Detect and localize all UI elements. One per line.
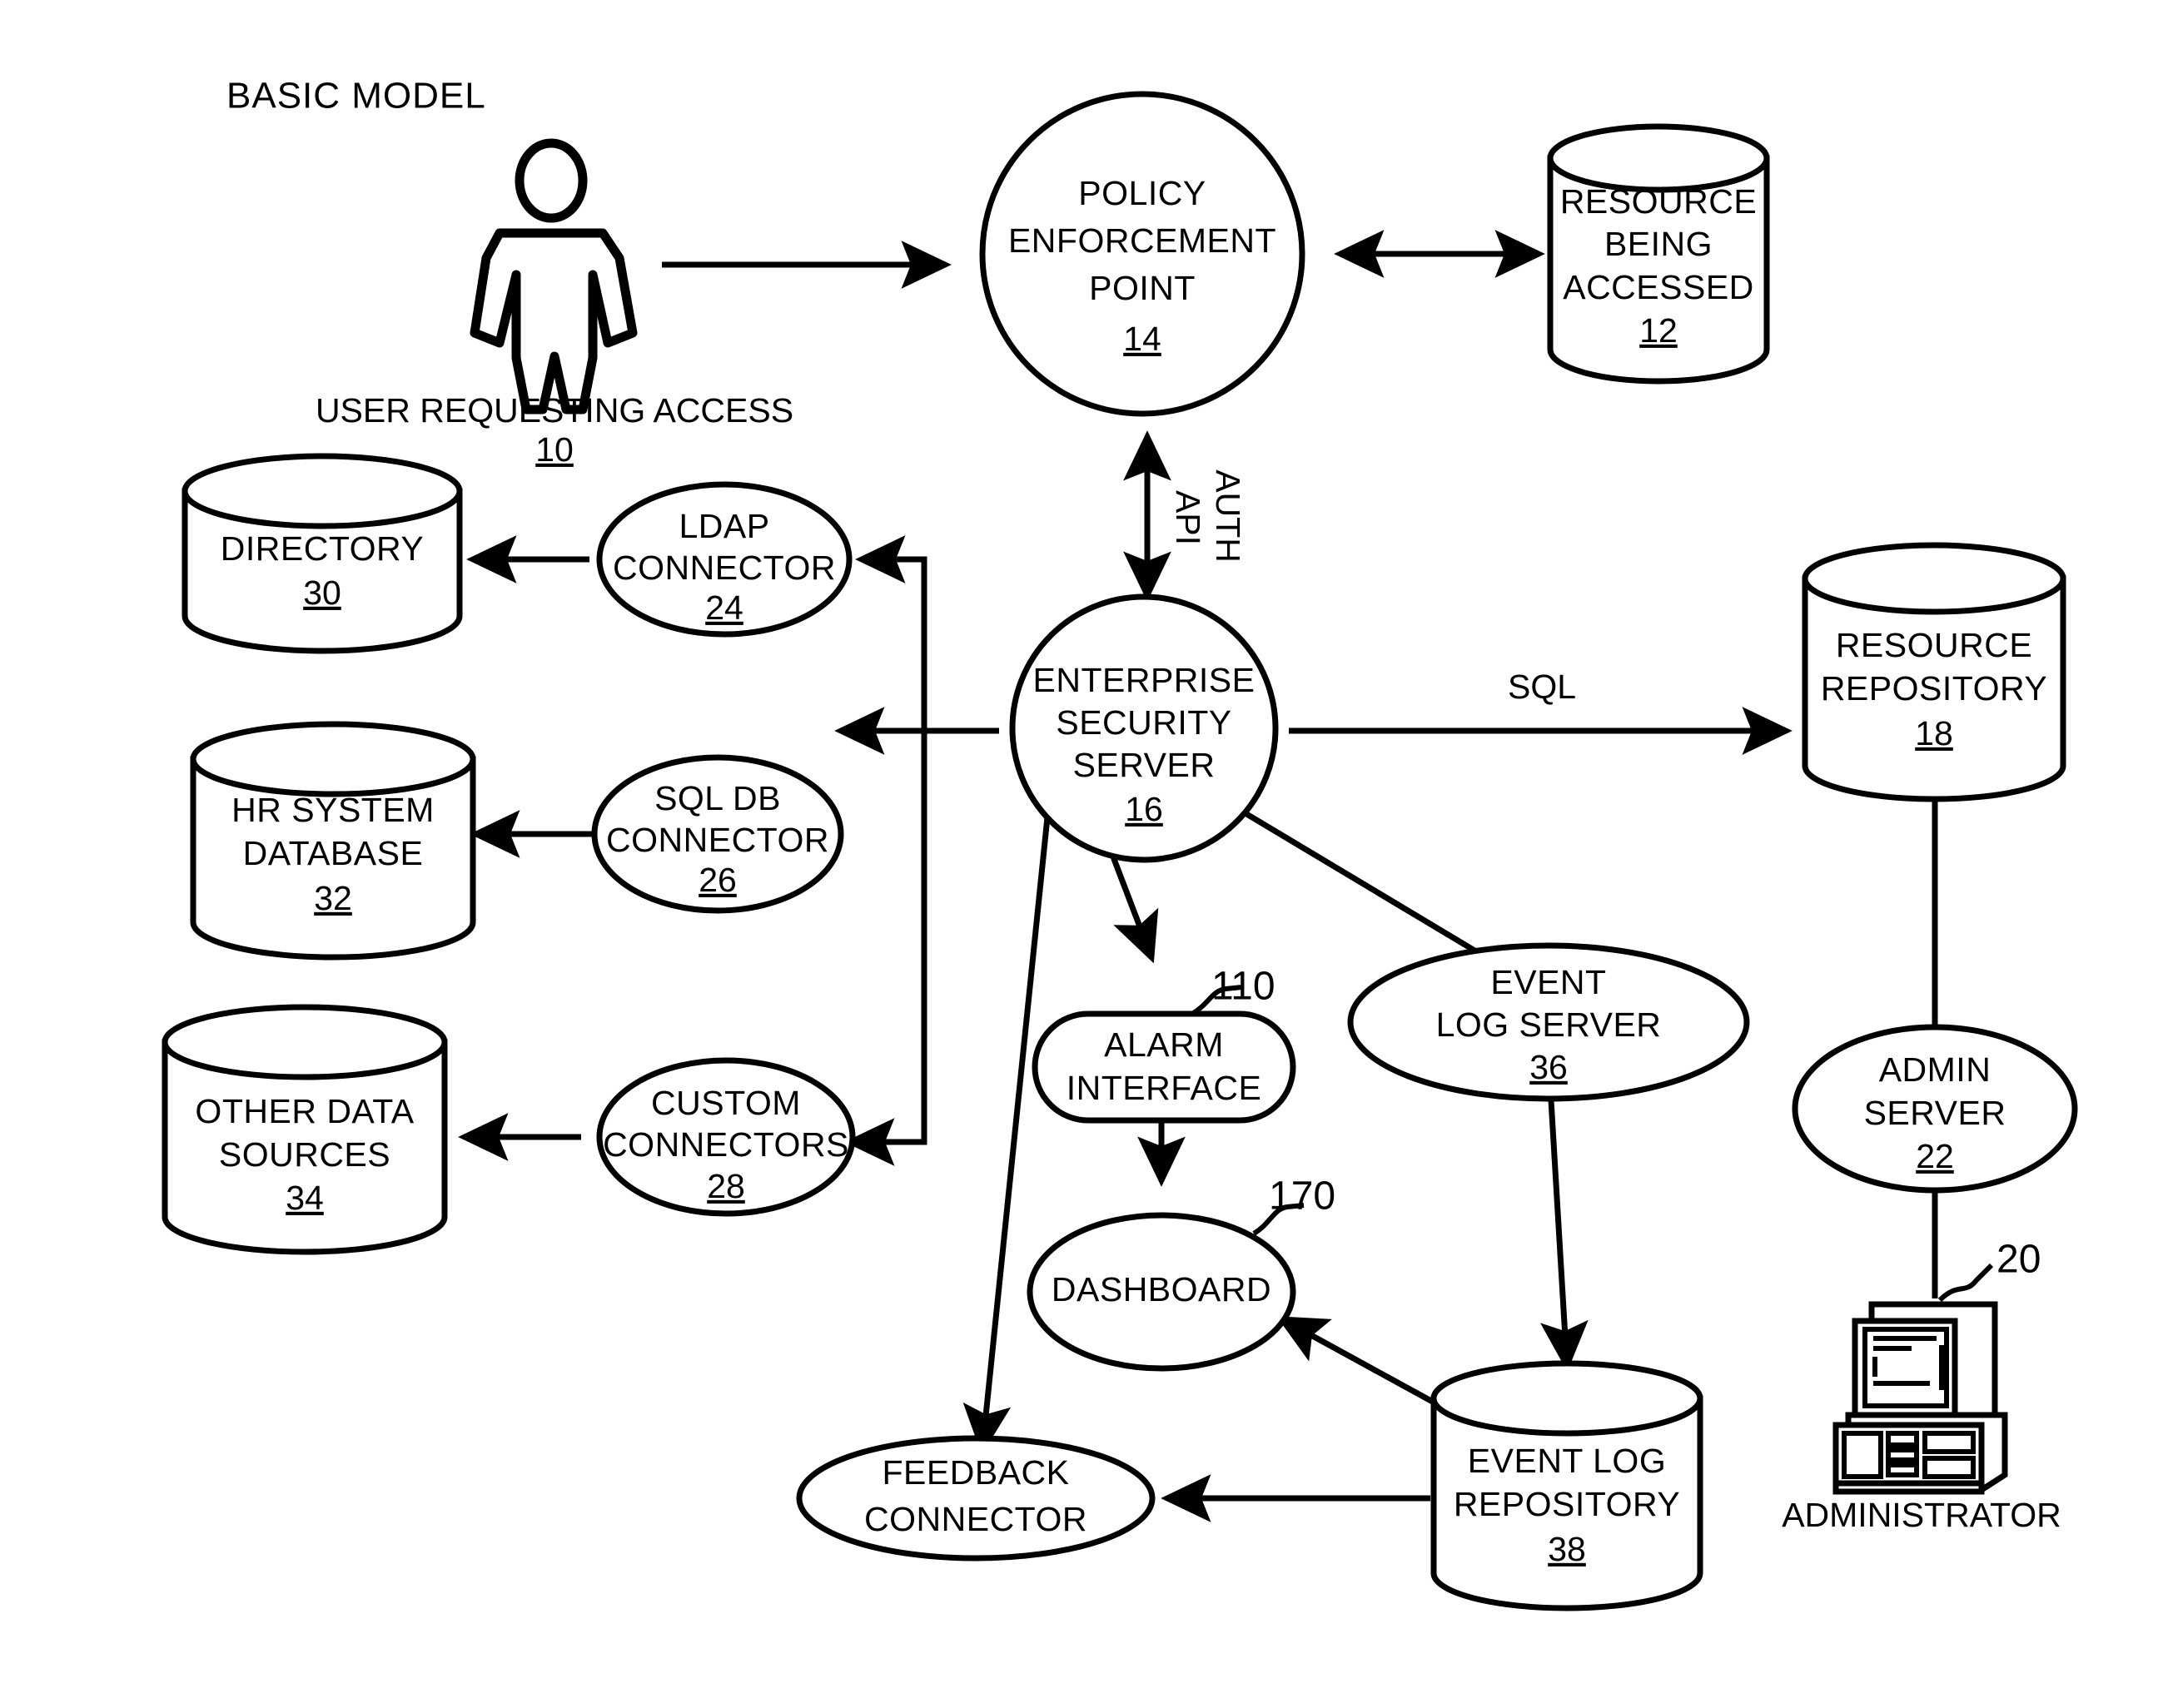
administrator-ref: 20	[1996, 1238, 2041, 1282]
user-ref: 10	[535, 430, 574, 469]
node-event-log-server[interactable]: EVENT LOG SERVER 36	[1347, 942, 1750, 1102]
ldap-connector-line2: CONNECTOR	[613, 549, 836, 587]
custom-connectors-ref: 28	[707, 1167, 745, 1205]
hr-database-line2: DATABASE	[243, 834, 424, 872]
feedback-connector-line1: FEEDBACK	[883, 1453, 1070, 1492]
other-data-line2: SOURCES	[219, 1135, 390, 1174]
resource-repository-line1: RESOURCE	[1836, 626, 2032, 664]
directory-cylinder-top	[181, 453, 463, 529]
figure-canvas: BASIC MODEL USER REQUESTING ACCESS 10 PO…	[0, 0, 2168, 1708]
custom-connectors-line1: CUSTOM	[651, 1084, 801, 1122]
node-custom-connectors[interactable]: CUSTOM CONNECTORS 28	[596, 1057, 856, 1217]
hr-database-line1: HR SYSTEM	[231, 791, 435, 829]
node-enterprise-security-server[interactable]: ENTERPRISE SECURITY SERVER 16	[1009, 593, 1279, 863]
pep-label-line3: POINT	[1089, 269, 1196, 307]
pep-ref: 14	[1123, 320, 1161, 358]
sqldb-connector-line2: CONNECTOR	[606, 821, 829, 859]
event-log-server-line1: EVENT	[1490, 963, 1606, 1001]
resource-repository-ref: 18	[1915, 714, 1953, 752]
event-log-server-line2: LOG SERVER	[1436, 1005, 1662, 1044]
user-head-icon	[515, 138, 588, 223]
resource-label-line1: RESOURCE	[1560, 182, 1757, 221]
edge-label-sql: SQL	[1508, 668, 1576, 706]
node-admin-server[interactable]: ADMIN SERVER 22	[1792, 1024, 2078, 1194]
admin-server-ref: 22	[1916, 1137, 1954, 1175]
edge-label-auth-api: AUTH API	[1169, 469, 1247, 563]
resource-label-line2: BEING	[1604, 225, 1713, 263]
node-resource-repository[interactable]: RESOURCE REPOSITORY 18	[1802, 542, 2066, 802]
edge-ess-to-feedback-connector	[962, 817, 1051, 1455]
hr-database-ref: 32	[314, 879, 352, 917]
directory-label: DIRECTORY	[221, 529, 424, 568]
administrator-leader-line	[1937, 1263, 1994, 1303]
resource-ref: 12	[1639, 311, 1678, 350]
admin-server-line1: ADMIN	[1879, 1050, 1991, 1089]
node-directory[interactable]: DIRECTORY 30	[181, 453, 463, 654]
ess-ref: 16	[1125, 790, 1163, 828]
alarm-interface-line2: INTERFACE	[1067, 1069, 1262, 1107]
ldap-connector-ref: 24	[705, 588, 743, 627]
node-sql-db-connector[interactable]: SQL DB CONNECTOR 26	[591, 754, 844, 914]
event-log-repository-line2: REPOSITORY	[1454, 1485, 1680, 1523]
ess-label-line1: ENTERPRISE	[1033, 661, 1256, 699]
ess-label-line2: SECURITY	[1056, 703, 1231, 742]
node-policy-enforcement-point[interactable]: POLICY ENFORCEMENT POINT 14	[979, 91, 1305, 417]
sqldb-connector-line1: SQL DB	[654, 779, 781, 817]
administrator-caption: ADMINISTRATOR	[1782, 1496, 2061, 1534]
edge-event-log-server-to-repository	[1540, 1085, 1589, 1372]
node-resource-being-accessed[interactable]: RESOURCE BEING ACCESSED 12	[1547, 123, 1770, 385]
directory-ref: 30	[303, 573, 341, 612]
node-other-data-sources[interactable]: OTHER DATA SOURCES 34	[162, 1004, 448, 1255]
edge-ess-to-custom-connectors	[844, 731, 927, 1166]
hr-database-cylinder-top	[190, 721, 476, 797]
node-dashboard[interactable]: 170 DASHBOARD	[1027, 1174, 1335, 1372]
event-log-repository-line1: EVENT LOG	[1468, 1442, 1666, 1480]
user-caption: USER REQUESTING ACCESS	[316, 391, 793, 429]
ldap-connector-line1: LDAP	[679, 507, 769, 545]
resource-repository-line2: REPOSITORY	[1821, 669, 2047, 708]
pep-label-line2: ENFORCEMENT	[1008, 221, 1276, 260]
node-event-log-repository[interactable]: EVENT LOG REPOSITORY 38	[1430, 1360, 1703, 1611]
pep-label-line1: POLICY	[1078, 174, 1206, 212]
other-data-ref: 34	[286, 1179, 324, 1217]
custom-connectors-line2: CONNECTORS	[603, 1125, 849, 1164]
resource-repository-cylinder-top	[1802, 542, 2066, 615]
auth-api-line1: AUTH	[1209, 469, 1247, 563]
other-data-line1: OTHER DATA	[195, 1092, 414, 1130]
other-data-cylinder-top	[162, 1004, 448, 1080]
admin-server-line2: SERVER	[1864, 1094, 2006, 1132]
auth-api-line2: API	[1169, 490, 1207, 545]
node-hr-system-database[interactable]: HR SYSTEM DATABASE 32	[190, 721, 476, 961]
node-alarm-interface[interactable]: 110 ALARM INTERFACE	[1032, 965, 1296, 1124]
event-log-repository-ref: 38	[1548, 1530, 1586, 1568]
tower-base-icon	[1832, 1480, 1985, 1495]
figure-title: BASIC MODEL	[226, 76, 486, 117]
edge-repository-to-dashboard	[1276, 1316, 1440, 1408]
node-ldap-connector[interactable]: LDAP CONNECTOR 24	[596, 481, 853, 638]
event-log-server-ref: 36	[1529, 1048, 1568, 1086]
sqldb-connector-ref: 26	[699, 861, 737, 899]
node-user: USER REQUESTING ACCESS 10	[316, 138, 793, 469]
ess-label-line3: SERVER	[1073, 746, 1216, 784]
resource-label-line3: ACCESSED	[1563, 268, 1754, 306]
alarm-interface-line1: ALARM	[1104, 1025, 1224, 1064]
user-body-icon	[470, 228, 638, 415]
dashboard-ref: 170	[1269, 1174, 1335, 1219]
node-administrator[interactable]: 20 ADMINISTRATOR	[1782, 1238, 2061, 1534]
node-feedback-connector[interactable]: FEEDBACK CONNECTOR	[796, 1435, 1156, 1562]
edge-ess-to-ldap-connector	[855, 535, 999, 734]
feedback-connector-line2: CONNECTOR	[864, 1500, 1087, 1538]
dashboard-label: DASHBOARD	[1052, 1270, 1271, 1308]
resource-cylinder-top	[1547, 123, 1770, 193]
event-log-repository-cylinder-top	[1430, 1360, 1703, 1437]
alarm-interface-ref: 110	[1211, 965, 1275, 1009]
